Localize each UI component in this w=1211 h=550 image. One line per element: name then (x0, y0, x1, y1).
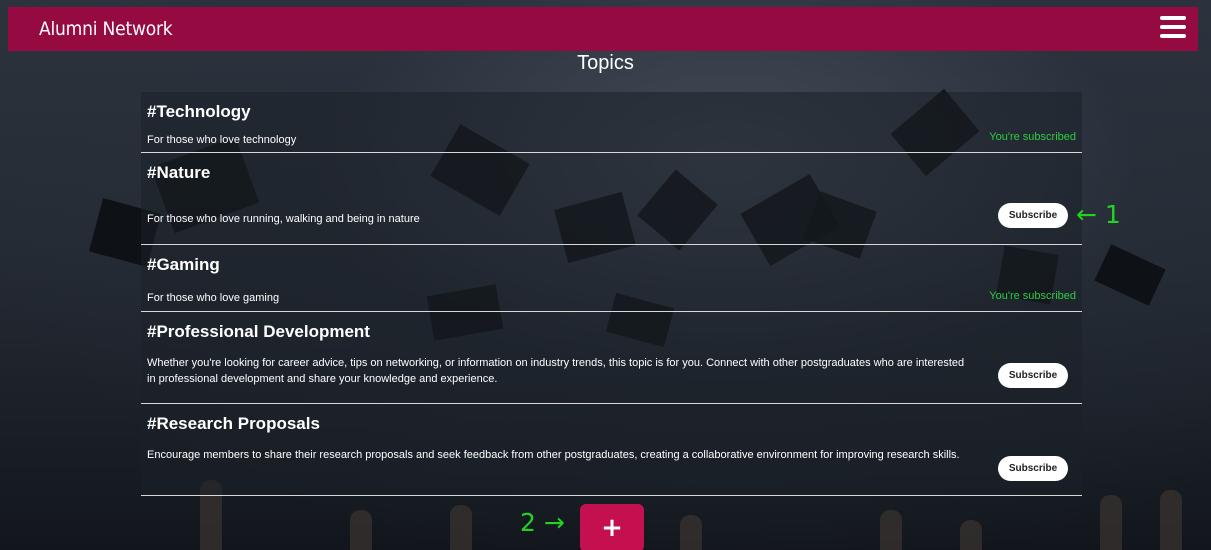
subscribe-button[interactable]: Subscribe (998, 363, 1068, 388)
topic-name[interactable]: #Nature (147, 163, 1076, 189)
topic-row-gaming: #Gaming For those who love gaming You're… (141, 245, 1082, 312)
brand-title[interactable]: Alumni Network (39, 18, 173, 40)
topic-row-technology: #Technology For those who love technolog… (141, 92, 1082, 153)
topic-row-nature: #Nature For those who love running, walk… (141, 153, 1082, 245)
subscribe-button[interactable]: Subscribe (998, 203, 1068, 228)
topic-row-professional-development: #Professional Development Whether you're… (141, 312, 1082, 404)
page-title: Topics (577, 52, 634, 74)
subscribed-status: You're subscribed (989, 290, 1076, 302)
hamburger-menu-icon[interactable] (1160, 16, 1186, 40)
topic-name[interactable]: #Research Proposals (147, 414, 1076, 440)
add-topic-button[interactable]: + (580, 504, 644, 550)
topic-description: For those who love technology (147, 134, 297, 146)
topic-description: Encourage members to share their researc… (147, 449, 960, 461)
subscribed-status: You're subscribed (989, 131, 1076, 143)
topics-list: #Technology For those who love technolog… (141, 92, 1082, 496)
topic-row-research-proposals: #Research Proposals Encourage members to… (141, 404, 1082, 496)
annotation-arrow-2: 2 → (520, 508, 565, 537)
topic-name[interactable]: #Technology (147, 102, 1076, 128)
topic-name[interactable]: #Gaming (147, 255, 1076, 281)
subscribe-button[interactable]: Subscribe (998, 456, 1068, 481)
annotation-arrow-1: ← 1 (1076, 200, 1121, 229)
topic-description: For those who love running, walking and … (147, 213, 420, 225)
topic-name[interactable]: #Professional Development (147, 322, 1076, 348)
top-navbar: Alumni Network (8, 7, 1198, 51)
topic-description: Whether you're looking for career advice… (147, 357, 965, 385)
topic-description: For those who love gaming (147, 292, 280, 304)
